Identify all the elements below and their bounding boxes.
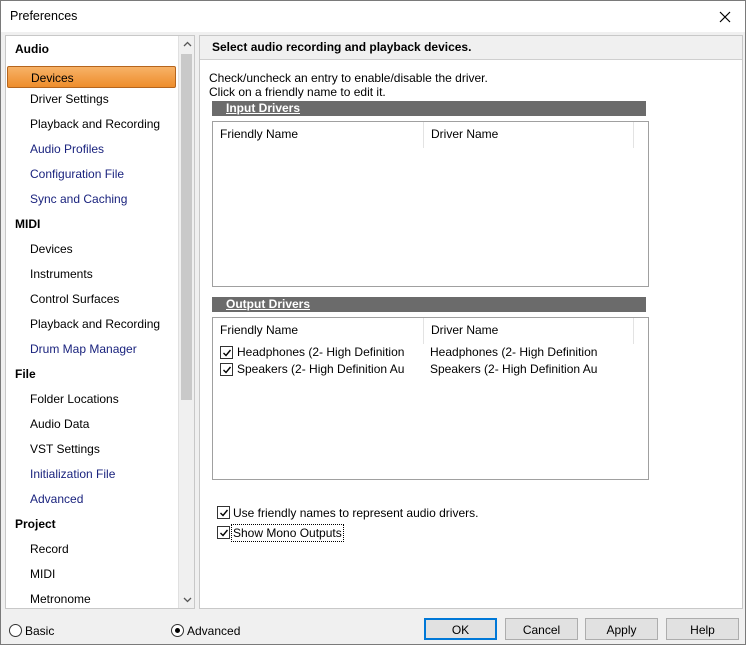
output-drivers-header: Output Drivers <box>212 297 646 312</box>
checkmark-icon <box>219 529 228 537</box>
nav-item-metronome[interactable]: Metronome <box>6 587 179 608</box>
driver-name-cell: Headphones (2- High Definition <box>430 345 598 359</box>
devices-panel: Select audio recording and playback devi… <box>199 35 743 609</box>
help-button[interactable]: Help <box>666 618 739 640</box>
mono-outputs-label[interactable]: Show Mono Outputs <box>231 524 344 542</box>
nav-item-sync-and-caching[interactable]: Sync and Caching <box>6 187 179 211</box>
friendly-names-option[interactable]: Use friendly names to represent audio dr… <box>217 505 478 521</box>
ok-button[interactable]: OK <box>424 618 497 640</box>
table-row[interactable]: Speakers (2- High Definition Au Speakers … <box>213 361 648 378</box>
close-icon <box>719 11 731 22</box>
mono-outputs-option[interactable]: Show Mono Outputs <box>217 524 347 542</box>
chevron-up-icon <box>183 41 191 47</box>
scroll-thumb[interactable] <box>181 54 192 400</box>
title-bar: Preferences <box>1 1 745 32</box>
input-list-header: Friendly Name Driver Name <box>213 122 648 148</box>
input-drivers-header: Input Drivers <box>212 101 646 116</box>
nav-item-playback-and-recording[interactable]: Playback and Recording <box>6 112 179 136</box>
nav-category-audio: Audio <box>15 42 49 56</box>
nav-scrollbar[interactable] <box>178 36 194 608</box>
nav-category-file: File <box>15 367 36 381</box>
preferences-window: Preferences Audio Devices Driver Settings P… <box>0 0 746 645</box>
apply-button[interactable]: Apply <box>585 618 658 640</box>
table-row[interactable]: Headphones (2- High Definition Headphones… <box>213 344 648 361</box>
output-drivers-list[interactable]: Friendly Name Driver Name Headphones (2-… <box>212 317 649 480</box>
nav-item-vst-settings[interactable]: VST Settings <box>6 437 179 461</box>
friendly-name-cell[interactable]: Speakers (2- High Definition Au <box>237 361 422 378</box>
friendly-names-label[interactable]: Use friendly names to represent audio dr… <box>233 505 478 521</box>
driver-enable-checkbox[interactable] <box>220 346 233 359</box>
checkmark-icon <box>222 349 231 357</box>
panel-header: Select audio recording and playback devi… <box>200 36 742 60</box>
scroll-down-button[interactable] <box>179 592 194 608</box>
nav-item-advanced[interactable]: Advanced <box>6 487 179 511</box>
nav-item-devices[interactable]: Devices <box>6 237 179 261</box>
close-button[interactable] <box>705 1 745 32</box>
nav-item-playback-and-recording[interactable]: Playback and Recording <box>6 312 179 336</box>
nav-item-audio-profiles[interactable]: Audio Profiles <box>6 137 179 161</box>
input-drivers-list[interactable]: Friendly Name Driver Name <box>212 121 649 287</box>
advanced-radio[interactable] <box>171 624 184 637</box>
nav-item-driver-settings[interactable]: Driver Settings <box>6 87 179 111</box>
instructions-line-2: Click on a friendly name to edit it. <box>209 85 386 99</box>
nav-item-control-surfaces[interactable]: Control Surfaces <box>6 287 179 311</box>
nav-item-initialization-file[interactable]: Initialization File <box>6 462 179 486</box>
nav-category-midi: MIDI <box>15 217 41 231</box>
window-title: Preferences <box>10 9 78 23</box>
input-col-driver-name[interactable]: Driver Name <box>424 122 634 148</box>
nav-item-instruments[interactable]: Instruments <box>6 262 179 286</box>
nav-item-devices[interactable]: Devices <box>7 66 176 88</box>
nav-category-project: Project <box>15 517 56 531</box>
friendly-names-checkbox[interactable] <box>217 506 230 519</box>
nav-item-record[interactable]: Record <box>6 537 179 561</box>
category-tree: Audio Devices Driver Settings Playback and … <box>5 35 195 609</box>
nav-item-drum-map-manager[interactable]: Drum Map Manager <box>6 337 179 361</box>
checkmark-icon <box>222 366 231 374</box>
input-col-friendly-name[interactable]: Friendly Name <box>213 122 424 148</box>
nav-item-audio-data[interactable]: Audio Data <box>6 412 179 436</box>
nav-item-folder-locations[interactable]: Folder Locations <box>6 387 179 411</box>
output-list-header: Friendly Name Driver Name <box>213 318 648 344</box>
cancel-button[interactable]: Cancel <box>505 618 578 640</box>
output-drivers-title: Output Drivers <box>226 297 311 311</box>
driver-name-cell: Speakers (2- High Definition Au <box>430 362 598 376</box>
nav-item-configuration-file[interactable]: Configuration File <box>6 162 179 186</box>
mono-outputs-checkbox[interactable] <box>217 526 230 539</box>
driver-enable-checkbox[interactable] <box>220 363 233 376</box>
basic-label[interactable]: Basic <box>25 623 54 639</box>
basic-radio[interactable] <box>9 624 22 637</box>
friendly-name-cell[interactable]: Headphones (2- High Definition <box>237 344 422 361</box>
chevron-down-icon <box>183 597 191 603</box>
output-col-friendly-name[interactable]: Friendly Name <box>213 318 424 344</box>
scroll-up-button[interactable] <box>179 36 194 52</box>
input-drivers-title: Input Drivers <box>226 101 301 115</box>
output-col-driver-name[interactable]: Driver Name <box>424 318 634 344</box>
checkmark-icon <box>219 509 228 517</box>
nav-item-midi[interactable]: MIDI <box>6 562 179 586</box>
instructions-line-1: Check/uncheck an entry to enable/disable… <box>209 71 488 85</box>
advanced-label[interactable]: Advanced <box>187 623 240 639</box>
